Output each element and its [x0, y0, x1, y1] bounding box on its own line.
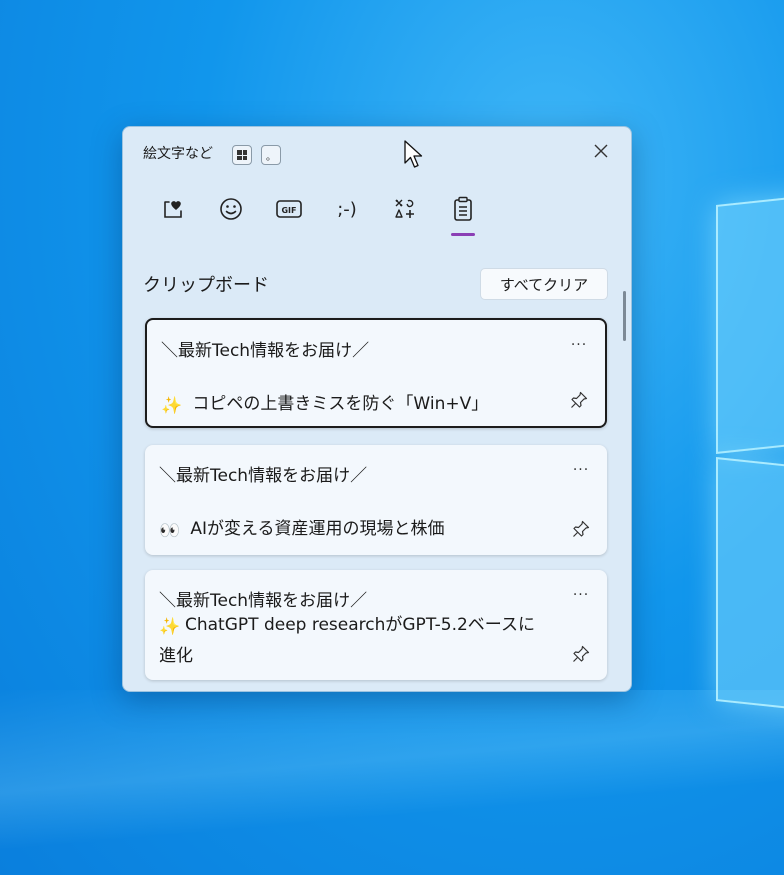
scrollbar[interactable]	[623, 291, 626, 341]
eyes-emoji: 👀	[159, 521, 181, 541]
desktop-light-streak	[0, 690, 784, 850]
tab-gif[interactable]: GIF	[267, 191, 311, 227]
symbols-icon	[395, 199, 414, 218]
desktop-logo-pane-bottom	[716, 457, 784, 711]
smiley-icon	[220, 198, 242, 220]
more-icon: ···	[572, 462, 590, 478]
tab-emoji[interactable]	[209, 191, 253, 227]
emoji-clipboard-panel: 絵文字など 。 GIF ;-) クリップボード すべてクリア ＼最新Tech情報…	[122, 126, 632, 692]
sparkles-emoji: ✨	[161, 396, 183, 416]
tab-favorites[interactable]	[151, 191, 195, 227]
more-options-button[interactable]: ···	[569, 461, 593, 479]
cursor-arrow-icon	[404, 140, 423, 168]
clip-text-line1: ＼最新Tech情報をお届け／	[161, 341, 370, 361]
clip-text-line2: AIが変える資産運用の現場と株価	[190, 519, 445, 539]
tab-symbols[interactable]	[383, 191, 427, 227]
heart-sticker-icon	[164, 201, 182, 218]
clipboard-item[interactable]: ＼最新Tech情報をお届け／ ✨ コピペの上書きミスを防ぐ「Win+V」 ···	[145, 318, 607, 428]
desktop-logo-pane-top	[716, 195, 784, 454]
clip-text-body: 👀 AIが変える資産運用の現場と株価	[159, 515, 445, 546]
windows-key-icon	[232, 145, 252, 165]
pin-icon	[573, 520, 590, 537]
close-icon	[594, 144, 608, 158]
panel-title: 絵文字など	[143, 146, 213, 162]
pin-button[interactable]	[567, 388, 591, 412]
clip-text-body: ✨ ChatGPT deep researchがGPT-5.2ベースに進化	[159, 611, 539, 671]
clip-text-line1: ＼最新Tech情報をお届け／	[159, 466, 368, 486]
close-button[interactable]	[587, 137, 615, 165]
pin-button[interactable]	[569, 517, 593, 541]
clear-all-button[interactable]: すべてクリア	[480, 268, 608, 300]
more-options-button[interactable]: ···	[569, 586, 593, 604]
clipboard-icon	[454, 196, 472, 221]
clipboard-item[interactable]: ＼最新Tech情報をお届け／ 👀 AIが変える資産運用の現場と株価 ···	[145, 445, 607, 555]
clip-text-line2: コピペの上書きミスを防ぐ「Win+V」	[192, 394, 489, 414]
clip-text-line1: ＼最新Tech情報をお届け／	[159, 591, 368, 611]
gif-icon: GIF	[276, 200, 302, 218]
more-options-button[interactable]: ···	[567, 336, 591, 354]
clipboard-title: クリップボード	[143, 275, 269, 296]
more-icon: ···	[572, 587, 590, 603]
clip-text-body: ✨ コピペの上書きミスを防ぐ「Win+V」	[161, 390, 488, 421]
clipboard-item[interactable]: ＼最新Tech情報をお届け／ ✨ ChatGPT deep researchがGP…	[145, 570, 607, 680]
kaomoji-icon: ;-)	[337, 198, 357, 220]
more-icon: ···	[570, 337, 588, 353]
clip-text-line2: ChatGPT deep researchがGPT-5.2ベースに進化	[159, 615, 535, 666]
sparkles-emoji: ✨	[159, 617, 181, 637]
category-tabs: GIF ;-)	[151, 191, 491, 241]
period-key-hint: 。	[261, 145, 281, 165]
tab-clipboard[interactable]	[441, 191, 485, 227]
pin-button[interactable]	[569, 642, 593, 666]
svg-text:GIF: GIF	[281, 206, 296, 215]
pin-icon	[571, 391, 588, 408]
pin-icon	[573, 645, 590, 662]
tab-kaomoji[interactable]: ;-)	[325, 191, 369, 227]
active-tab-indicator	[451, 233, 475, 236]
